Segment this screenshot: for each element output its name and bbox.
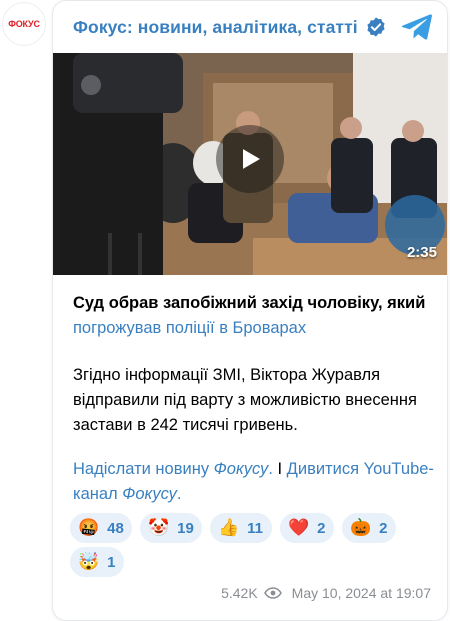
message-header: Фокус: новини, аналітика, статті	[53, 1, 447, 53]
post-links: Надіслати новину Фокусу. I Дивитися YouT…	[73, 457, 435, 507]
send-news-link[interactable]: Надіслати новину Фокусу.	[73, 460, 273, 478]
reaction-count: 1	[107, 553, 116, 571]
send-news-prefix: Надіслати новину	[73, 460, 214, 478]
channel-avatar[interactable]: ФОКУС	[2, 2, 46, 46]
clown-face-icon: 🤡	[148, 518, 170, 537]
video-thumbnail[interactable]: 2:35	[53, 53, 447, 275]
post-date: May 10, 2024 at 19:07	[291, 585, 431, 601]
thumbs-up-icon: 👍	[218, 518, 240, 537]
eye-icon	[263, 587, 282, 599]
reaction-count: 2	[379, 519, 388, 537]
reaction-pill-exploding-head[interactable]: 🤯 1	[70, 547, 124, 577]
reaction-count: 11	[247, 519, 264, 537]
exploding-head-icon: 🤯	[78, 552, 100, 571]
reaction-count: 2	[317, 519, 326, 537]
verified-badge-icon	[365, 16, 387, 38]
links-separator: I	[272, 460, 287, 478]
reaction-pill-thumbs-up[interactable]: 👍 11	[210, 513, 272, 543]
channel-name[interactable]: Фокус: новини, аналітика, статті	[73, 17, 358, 38]
play-icon	[243, 149, 260, 169]
avatar-logo-text: ФОКУС	[8, 19, 40, 29]
view-count: 5.42K	[221, 585, 258, 601]
reaction-pill-pumpkin[interactable]: 🎃 2	[342, 513, 396, 543]
reaction-pill-heart[interactable]: ❤️ 2	[280, 513, 334, 543]
message-card: Фокус: новини, аналітика, статті 2:35 Су…	[52, 0, 448, 621]
video-duration: 2:35	[406, 244, 437, 261]
angry-face-icon: 🤬	[78, 518, 100, 537]
youtube-italic: Фокусу	[122, 485, 177, 503]
reaction-count: 48	[107, 519, 124, 537]
headline-link[interactable]: погрожував поліції в Броварах	[73, 319, 306, 337]
telegram-icon[interactable]	[401, 12, 433, 42]
message-footer: 5.42K May 10, 2024 at 19:07	[221, 585, 431, 601]
post-headline: Суд обрав запобіжний захід чоловіку, яки…	[73, 291, 435, 341]
reaction-pill-clown[interactable]: 🤡 19	[140, 513, 202, 543]
red-heart-icon: ❤️	[288, 518, 310, 537]
reaction-count: 19	[177, 519, 194, 537]
send-news-italic: Фокусу	[213, 460, 269, 478]
jack-o-lantern-icon: 🎃	[350, 518, 372, 537]
reaction-pill-angry[interactable]: 🤬 48	[70, 513, 132, 543]
play-button[interactable]	[216, 125, 284, 193]
post-body: Згідно інформації ЗМІ, Віктора Журавля в…	[73, 366, 417, 434]
headline-text: Суд обрав запобіжний захід чоловіку, яки…	[73, 294, 426, 312]
youtube-suffix: .	[176, 485, 182, 503]
